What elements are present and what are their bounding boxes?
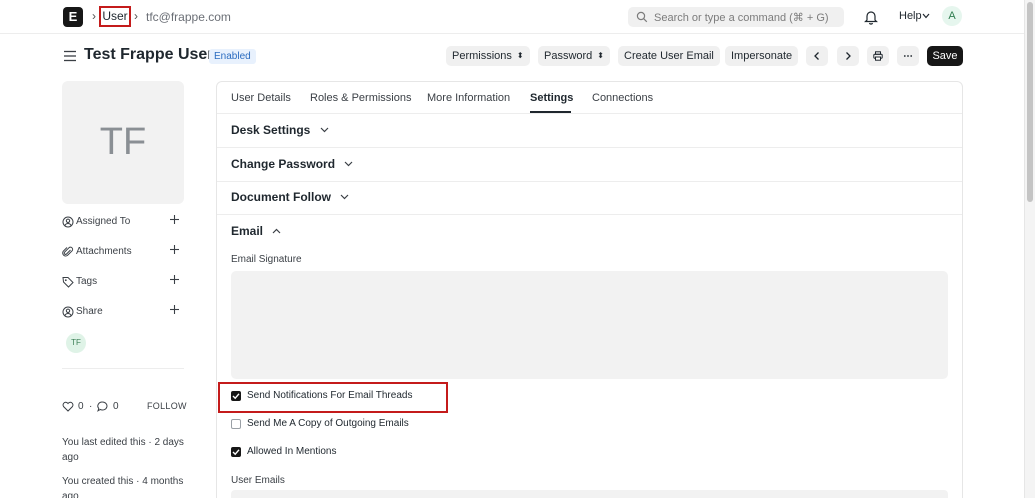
section-document-follow[interactable]: Document Follow	[231, 190, 349, 204]
user-avatar[interactable]: A	[942, 6, 962, 26]
checkmark-icon	[232, 393, 240, 400]
breadcrumb-user-link[interactable]: User	[99, 6, 131, 27]
checkmark-icon	[232, 449, 240, 456]
tag-icon	[62, 277, 74, 288]
print-button[interactable]	[867, 46, 889, 66]
sidebar-divider	[62, 368, 184, 369]
chevron-right-icon	[846, 52, 851, 60]
chevron-left-icon	[814, 52, 819, 60]
separator-dot: ·	[89, 401, 93, 412]
impersonate-button[interactable]: Impersonate	[725, 46, 799, 66]
permissions-label: Permissions	[452, 50, 512, 62]
chevron-down-icon	[922, 13, 930, 19]
more-horizontal-icon	[903, 55, 913, 57]
page-title: Test Frappe User	[84, 46, 214, 63]
sidebar-item-label: Attachments	[76, 246, 132, 257]
sidebar-item-share[interactable]: Share	[62, 303, 184, 321]
search-placeholder: Search or type a command (⌘ + G)	[654, 12, 829, 24]
previous-record-button[interactable]	[806, 46, 828, 66]
add-assignment-icon[interactable]	[169, 214, 180, 225]
page-scrollbar[interactable]	[1024, 0, 1035, 498]
sidebar-item-label: Tags	[76, 276, 98, 287]
tab-more-information[interactable]: More Information	[427, 92, 510, 104]
created-info: You created this · 4 months ago	[62, 476, 184, 498]
send-notifications-checkbox[interactable]	[231, 391, 241, 401]
user-emails-table-header	[231, 490, 948, 498]
section-email[interactable]: Email	[231, 224, 281, 238]
active-tab-indicator	[530, 111, 571, 113]
assign-icon	[62, 216, 74, 228]
next-record-button[interactable]	[837, 46, 859, 66]
paperclip-icon	[62, 246, 74, 257]
section-divider	[217, 147, 962, 148]
breadcrumb-chevron-icon: ›	[92, 9, 96, 23]
add-share-icon[interactable]	[169, 304, 180, 315]
email-signature-textarea[interactable]	[231, 271, 948, 379]
section-title: Change Password	[231, 157, 336, 171]
last-edited-info: You last edited this · 2 days ago	[62, 437, 184, 463]
email-signature-label: Email Signature	[231, 254, 302, 265]
top-navbar: E › User › tfc@frappe.com Search or type…	[0, 0, 1024, 34]
checkbox-label: Send Me A Copy of Outgoing Emails	[247, 418, 409, 429]
status-badge: Enabled	[209, 49, 256, 64]
search-icon	[636, 11, 648, 23]
breadcrumb-chevron-icon: ›	[134, 9, 138, 23]
tab-user-details[interactable]: User Details	[231, 92, 291, 104]
user-emails-label: User Emails	[231, 475, 285, 486]
shared-user-avatar[interactable]: TF	[66, 333, 86, 353]
password-button[interactable]: Password ⬍	[538, 46, 610, 66]
select-arrows-icon: ⬍	[516, 51, 524, 60]
section-title: Email	[231, 224, 264, 238]
sidebar-item-label: Assigned To	[76, 216, 131, 227]
scrollbar-thumb[interactable]	[1027, 2, 1033, 202]
select-arrows-icon: ⬍	[597, 51, 604, 60]
tab-roles-permissions[interactable]: Roles & Permissions	[310, 92, 411, 104]
sidebar-item-assigned-to[interactable]: Assigned To	[62, 213, 184, 231]
section-divider	[217, 181, 962, 182]
chevron-down-icon	[340, 194, 349, 200]
checkbox-label: Send Notifications For Email Threads	[247, 390, 413, 401]
document-avatar[interactable]: TF	[62, 81, 184, 204]
tab-settings[interactable]: Settings	[530, 92, 573, 104]
share-icon	[62, 306, 74, 318]
save-button[interactable]: Save	[927, 46, 963, 66]
section-title: Document Follow	[231, 190, 331, 204]
section-title: Desk Settings	[231, 123, 311, 137]
create-user-email-button[interactable]: Create User Email	[618, 46, 720, 66]
search-bar[interactable]: Search or type a command (⌘ + G)	[628, 7, 844, 27]
breadcrumb-document[interactable]: tfc@frappe.com	[146, 10, 231, 24]
chevron-down-icon	[344, 161, 353, 167]
chevron-down-icon	[320, 127, 329, 133]
permissions-button[interactable]: Permissions ⬍	[446, 46, 530, 66]
allowed-in-mentions-checkbox[interactable]	[231, 447, 241, 457]
engagement-row: 0 · 0 FOLLOW	[62, 400, 187, 414]
app-logo[interactable]: E	[63, 7, 83, 27]
sidebar-item-label: Share	[76, 306, 103, 317]
add-attachment-icon[interactable]	[169, 244, 180, 255]
send-copy-checkbox[interactable]	[231, 419, 241, 429]
form-card: User Details Roles & Permissions More In…	[216, 81, 963, 498]
notification-bell-icon[interactable]	[864, 9, 878, 25]
chevron-up-icon	[272, 228, 281, 234]
more-actions-button[interactable]	[897, 46, 919, 66]
like-count: 0	[78, 401, 84, 412]
sidebar-item-tags[interactable]: Tags	[62, 273, 184, 291]
printer-icon	[873, 51, 883, 61]
sidebar-toggle-icon[interactable]	[63, 50, 77, 62]
comment-icon[interactable]	[97, 401, 108, 412]
checkbox-label: Allowed In Mentions	[247, 446, 337, 457]
section-divider	[217, 214, 962, 215]
follow-button[interactable]: FOLLOW	[147, 401, 187, 411]
form-tabs: User Details Roles & Permissions More In…	[217, 82, 962, 114]
section-desk-settings[interactable]: Desk Settings	[231, 123, 329, 137]
tab-connections[interactable]: Connections	[592, 92, 653, 104]
heart-icon[interactable]	[62, 401, 74, 412]
help-menu[interactable]: Help	[899, 10, 922, 22]
password-label: Password	[544, 50, 593, 62]
add-tag-icon[interactable]	[169, 274, 180, 285]
sidebar-item-attachments[interactable]: Attachments	[62, 243, 184, 261]
comment-count: 0	[113, 401, 119, 412]
section-change-password[interactable]: Change Password	[231, 157, 353, 171]
